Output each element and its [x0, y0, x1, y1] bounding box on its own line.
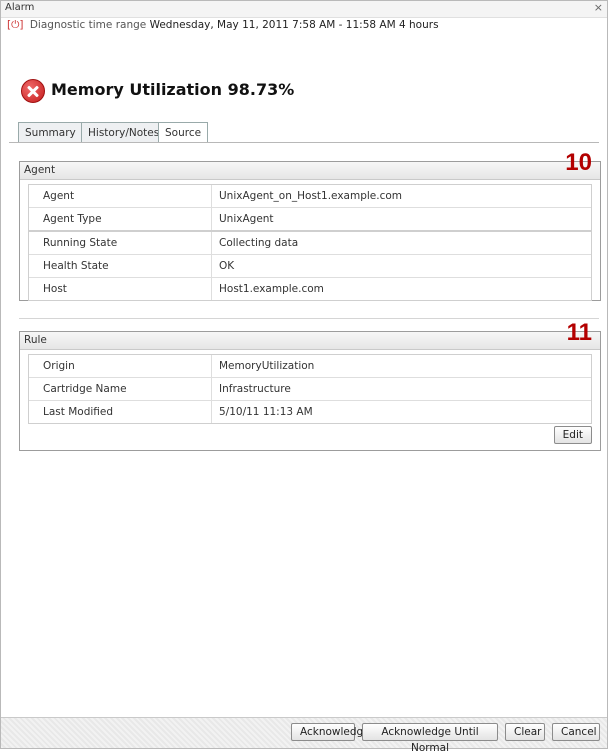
row-value: Infrastructure: [219, 383, 291, 395]
rule-section-header: Rule 11: [20, 321, 600, 350]
callout-10: 10: [565, 149, 592, 176]
section-divider: [19, 318, 599, 319]
row-key: Health State: [29, 255, 212, 277]
row-key: Agent: [29, 185, 212, 207]
window-title: Alarm: [5, 2, 35, 13]
row-value: Host1.example.com: [219, 283, 324, 295]
callout-11: 11: [566, 319, 592, 346]
table-row: Origin MemoryUtilization: [29, 355, 591, 378]
rule-section: Rule 11 Origin MemoryUtilization Cartrid…: [19, 321, 601, 451]
alarm-title: Memory Utilization 98.73%: [51, 80, 295, 99]
agent-section-title: Agent: [24, 164, 56, 176]
close-icon[interactable]: ×: [594, 1, 603, 14]
clock-icon: [⏻]: [7, 19, 24, 31]
tab-divider: [9, 142, 599, 143]
acknowledge-button[interactable]: Acknowledge: [291, 723, 370, 741]
agent-table: Agent UnixAgent_on_Host1.example.com Age…: [28, 184, 592, 301]
row-value: UnixAgent_on_Host1.example.com: [219, 190, 403, 202]
acknowledge-until-normal-button[interactable]: Acknowledge Until Normal: [362, 723, 498, 754]
row-key: Host: [29, 278, 212, 300]
error-icon: [21, 79, 45, 103]
row-value: OK: [219, 260, 235, 272]
row-value: UnixAgent: [219, 213, 274, 225]
row-value: MemoryUtilization: [219, 360, 315, 372]
time-range-duration: 4 hours: [399, 19, 439, 31]
row-value: Collecting data: [219, 237, 299, 249]
title-bar: Alarm ×: [1, 1, 607, 18]
table-row: Cartridge Name Infrastructure: [29, 378, 591, 401]
table-row: Last Modified 5/10/11 11:13 AM: [29, 401, 591, 423]
footer-bar: Acknowledge Acknowledge Until Normal Cle…: [1, 717, 607, 754]
tab-source[interactable]: Source: [158, 122, 209, 143]
cancel-button[interactable]: Cancel: [552, 723, 600, 741]
alarm-window: Alarm × [⏻] Diagnostic time range Wednes…: [0, 0, 608, 754]
table-row: Running State Collecting data: [29, 232, 591, 255]
row-key: Cartridge Name: [29, 378, 212, 400]
table-row: Agent UnixAgent_on_Host1.example.com: [29, 185, 591, 208]
table-row: Health State OK: [29, 255, 591, 278]
time-range-value: Wednesday, May 11, 2011 7:58 AM - 11:58 …: [149, 19, 396, 31]
clear-button[interactable]: Clear: [505, 723, 545, 741]
row-key: Agent Type: [29, 208, 212, 230]
tab-summary[interactable]: Summary: [18, 122, 83, 142]
row-key: Last Modified: [29, 401, 212, 423]
time-range-label: Diagnostic time range: [29, 19, 147, 31]
edit-button[interactable]: Edit: [553, 426, 592, 444]
rule-section-title: Rule: [24, 334, 47, 346]
diagnostic-time-range: [⏻] Diagnostic time range Wednesday, May…: [7, 19, 439, 35]
agent-section-header: Agent 10: [20, 151, 600, 180]
row-value: 5/10/11 11:13 AM: [219, 406, 313, 418]
row-key: Running State: [29, 232, 212, 254]
agent-section: Agent 10 Agent UnixAgent_on_Host1.exampl…: [19, 151, 601, 301]
row-key: Origin: [29, 355, 212, 377]
tab-history-notes[interactable]: History/Notes: [81, 122, 167, 142]
rule-table: Origin MemoryUtilization Cartridge Name …: [28, 354, 592, 424]
table-row: Agent Type UnixAgent: [29, 208, 591, 232]
table-row: Host Host1.example.com: [29, 278, 591, 300]
